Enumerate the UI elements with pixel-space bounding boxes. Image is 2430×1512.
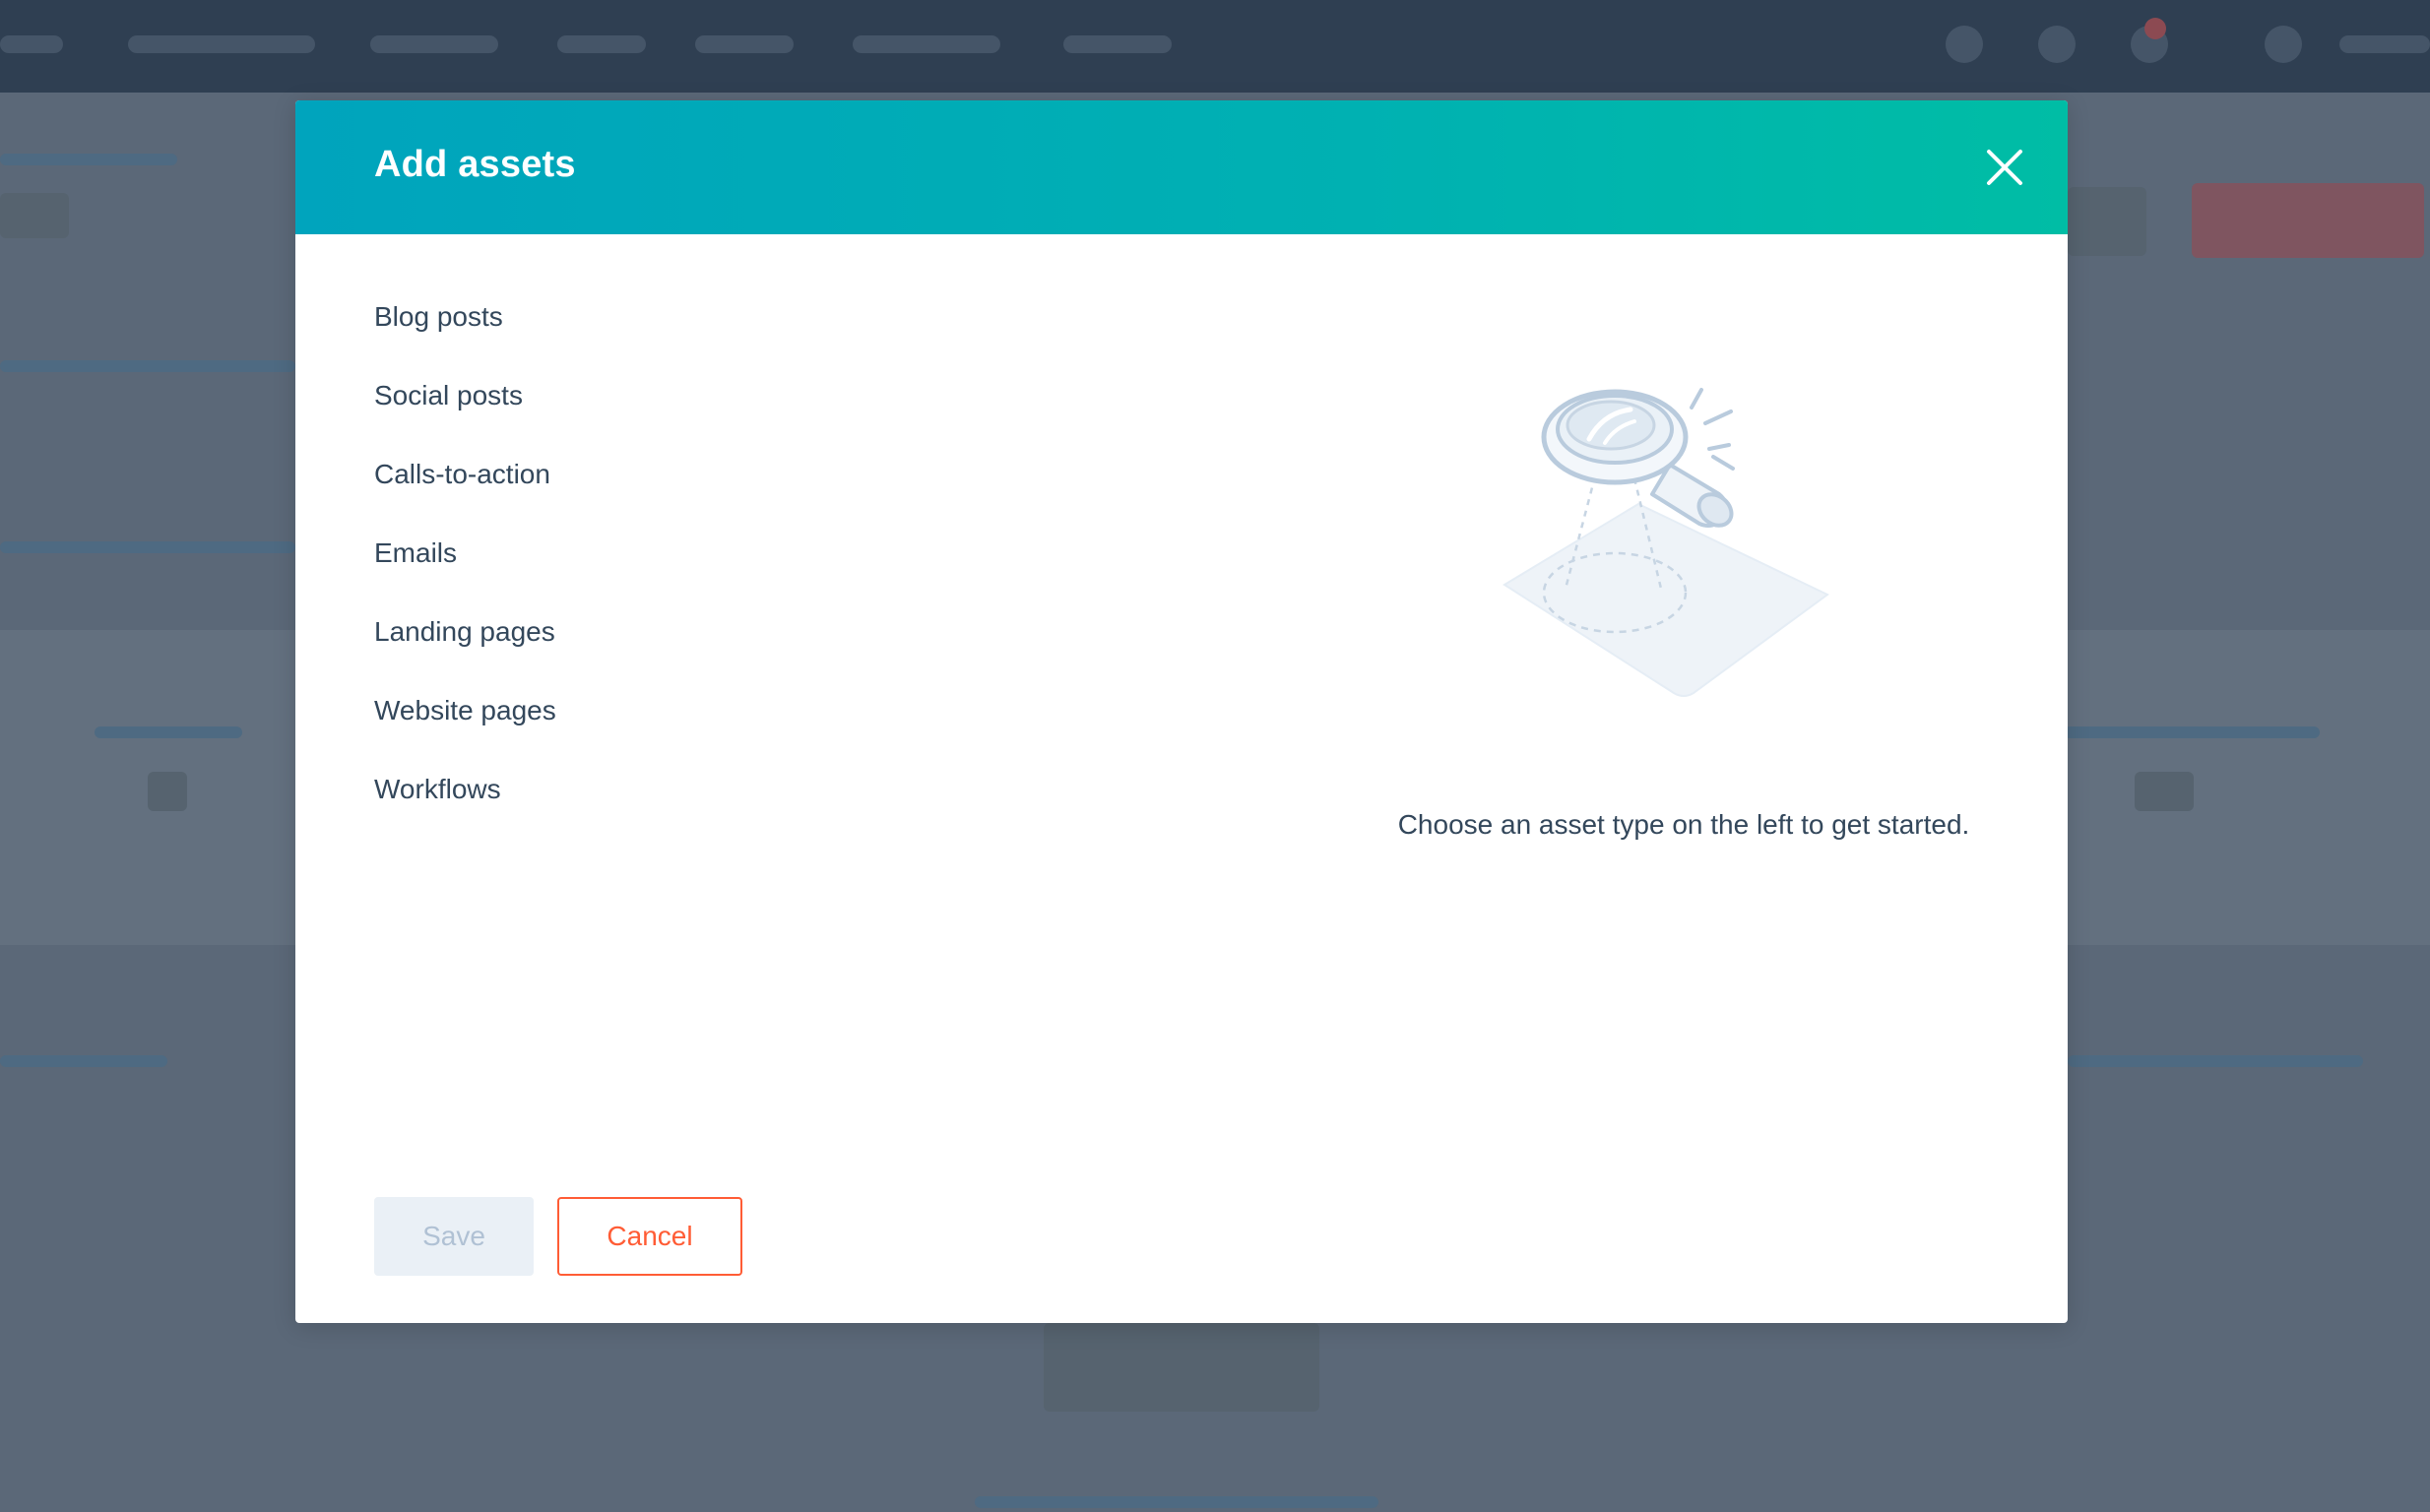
background-filter — [0, 1055, 167, 1067]
background-primary-button — [2192, 183, 2424, 258]
asset-type-calls-to-action[interactable]: Calls-to-action — [374, 455, 556, 534]
close-button[interactable] — [1981, 144, 2028, 191]
background-metric-value — [2135, 772, 2194, 811]
asset-type-list: Blog posts Social posts Calls-to-action … — [374, 297, 556, 849]
modal-header: Add assets — [295, 100, 2068, 234]
cancel-button[interactable]: Cancel — [557, 1197, 742, 1276]
background-tabs — [0, 541, 295, 553]
magnifying-glass-illustration — [1503, 388, 1829, 697]
background-page-title — [0, 193, 69, 238]
background-search-icon — [1946, 26, 1983, 63]
background-nav-item — [370, 35, 498, 53]
background-grid-icon — [2038, 26, 2076, 63]
background-nav-item — [128, 35, 315, 53]
close-icon — [1987, 150, 2022, 185]
asset-type-blog-posts[interactable]: Blog posts — [374, 297, 556, 376]
asset-type-website-pages[interactable]: Website pages — [374, 691, 556, 770]
background-nav-item — [853, 35, 1000, 53]
background-caption — [975, 1496, 1378, 1508]
modal-title: Add assets — [374, 144, 576, 185]
background-nav-item — [1063, 35, 1172, 53]
background-illustration — [1044, 1323, 1319, 1412]
add-assets-modal: Add assets Blog posts Social posts Calls… — [295, 100, 2068, 1323]
background-avatar — [2265, 26, 2302, 63]
background-metric-label — [2064, 726, 2320, 738]
background-nav-item — [0, 35, 63, 53]
background-metric-label — [95, 726, 242, 738]
background-notification-badge — [2144, 18, 2166, 39]
empty-state-message: Choose an asset type on the left to get … — [1397, 809, 1970, 840]
background-top-nav — [0, 0, 2430, 93]
background-nav-item — [557, 35, 646, 53]
background-card-right — [2068, 630, 2430, 945]
background-secondary-button — [2068, 187, 2146, 256]
asset-type-landing-pages[interactable]: Landing pages — [374, 612, 556, 691]
background-filter — [2068, 1055, 2363, 1067]
background-metric-value — [148, 772, 187, 811]
save-button[interactable]: Save — [374, 1197, 534, 1276]
asset-type-workflows[interactable]: Workflows — [374, 770, 556, 849]
asset-type-social-posts[interactable]: Social posts — [374, 376, 556, 455]
asset-type-emails[interactable]: Emails — [374, 534, 556, 612]
background-breadcrumb — [0, 154, 177, 165]
background-nav-item — [695, 35, 794, 53]
background-account-name — [2339, 35, 2430, 53]
background-description — [0, 360, 295, 372]
